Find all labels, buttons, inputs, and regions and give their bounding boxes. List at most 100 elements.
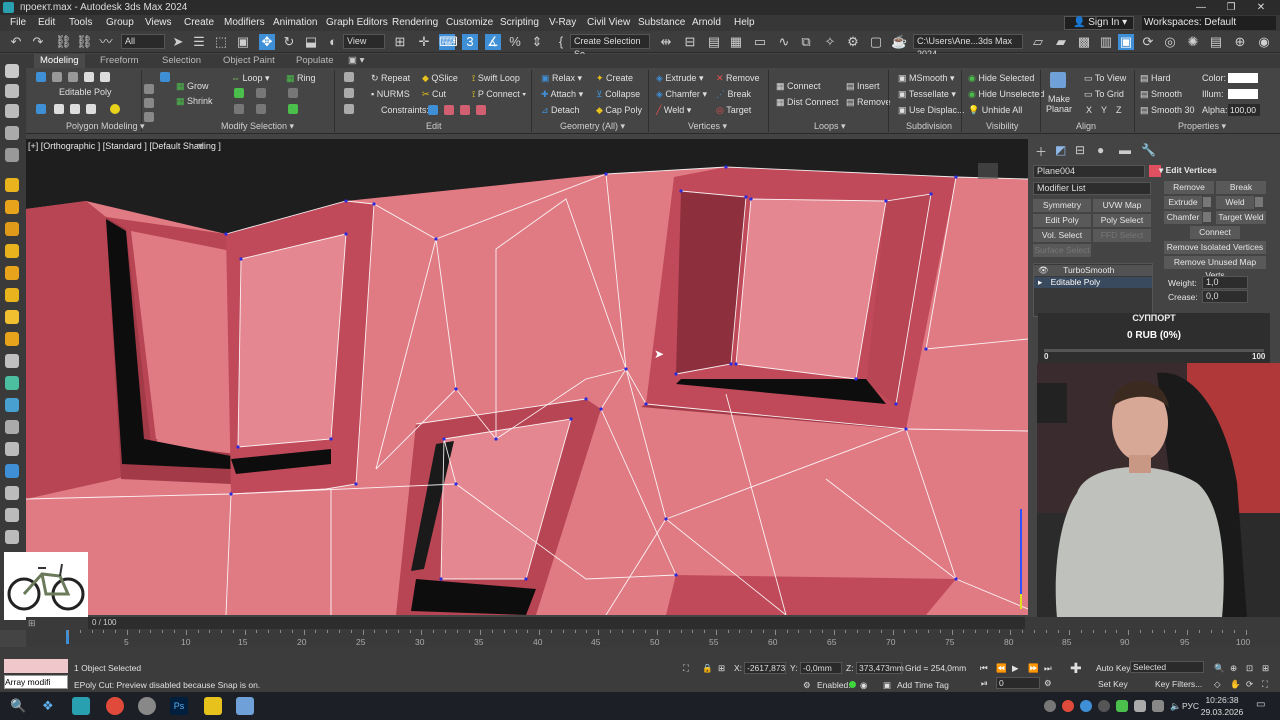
ev-chamfer-settings-icon[interactable] [1203, 212, 1211, 222]
render-icon[interactable]: ☕ [891, 34, 907, 50]
group-loops[interactable]: Loops ▾ [814, 120, 846, 133]
make-planar-button[interactable]: Make Planar [1044, 94, 1074, 114]
maxscript-listener[interactable]: Array modifi [4, 675, 68, 689]
link-icon[interactable]: ⛓ [55, 34, 72, 50]
sphere-icon[interactable] [5, 222, 19, 236]
proxy-icon[interactable] [5, 398, 19, 412]
menu-civil-view[interactable]: Civil View [587, 15, 630, 31]
align-icon[interactable]: ⊟ [682, 34, 698, 50]
expand-icon[interactable]: ▸ [1038, 277, 1045, 287]
mod-sel2-icon[interactable] [144, 98, 154, 108]
remove-unused-button[interactable]: Remove Unused Map Verts [1164, 256, 1266, 280]
goto-start-icon[interactable]: ⏮ [980, 662, 988, 674]
z-coord-field[interactable]: 373,473mm [856, 662, 904, 674]
sun-icon[interactable] [5, 200, 19, 214]
tray-obs-icon[interactable] [1098, 700, 1110, 712]
collapse-button[interactable]: ⊻ Collapse [596, 88, 640, 100]
chrome-taskbar-icon[interactable] [106, 697, 124, 715]
mesh-light-icon[interactable] [5, 332, 19, 346]
menu-views[interactable]: Views [145, 15, 172, 31]
select-by-name-icon[interactable]: ☰ [191, 34, 207, 50]
ribbon-toggle-icon[interactable]: ▭ [752, 34, 768, 50]
menu-tools[interactable]: Tools [69, 15, 92, 31]
element-mode-icon[interactable] [100, 72, 110, 82]
tray-icon[interactable] [1044, 700, 1056, 712]
smooth30-button[interactable]: ▤ Smooth 30 [1140, 104, 1195, 116]
loop-shift-icon[interactable] [256, 104, 266, 114]
tessellate-button[interactable]: ▣ Tessellate ▾ [898, 88, 956, 100]
to-grid-button[interactable]: ▭ To Grid [1084, 88, 1124, 100]
attach-button[interactable]: ✚ Attach ▾ [541, 88, 583, 100]
reference-coord-dropdown[interactable]: View [343, 34, 385, 49]
notifications-icon[interactable]: ▭ [1256, 699, 1265, 710]
clipper-icon[interactable] [5, 464, 19, 478]
align-y-button[interactable]: Y [1101, 104, 1107, 116]
hierarchy-tab-icon[interactable]: ⊟ [1075, 143, 1085, 157]
swift-loop-button[interactable]: ⟟ Swift Loop [472, 72, 520, 84]
ribbon-options-icon[interactable]: ▣ ▾ [348, 54, 364, 68]
shrink-button[interactable]: ▦ Shrink [176, 95, 213, 107]
spinner-snap-icon[interactable]: ⇕ [529, 34, 545, 50]
align-z-button[interactable]: Z [1116, 104, 1122, 116]
dist-connect-button[interactable]: ▦ Dist Connect [776, 96, 839, 108]
unlink-icon[interactable]: ⛓ [76, 34, 93, 50]
tray-game-icon[interactable] [1116, 700, 1128, 712]
curve-editor-icon[interactable]: ∿ [776, 34, 792, 50]
explorer-taskbar-icon[interactable] [204, 697, 222, 715]
plane-icon[interactable] [5, 420, 19, 434]
insert-button[interactable]: ▤ Insert [846, 80, 880, 92]
select-object-icon[interactable]: ➤ [170, 34, 186, 50]
obs-taskbar-icon[interactable] [138, 697, 156, 715]
toolbar-toggle-icon[interactable]: ▣ [1118, 34, 1134, 50]
group-polygon-modeling[interactable]: Polygon Modeling ▾ [66, 120, 145, 133]
menu-file[interactable]: File [10, 15, 26, 31]
tab-selection[interactable]: Selection [162, 54, 201, 68]
percent-snap-icon[interactable]: % [507, 34, 523, 50]
fov-icon[interactable]: ◇ [1214, 678, 1221, 690]
material-editor-icon[interactable]: ✧ [822, 34, 838, 50]
language-indicator[interactable]: РУС [1182, 701, 1199, 711]
layer-explorer-icon[interactable]: ▦ [728, 34, 744, 50]
by-vertex-icon[interactable] [160, 72, 170, 82]
lamp-icon[interactable] [5, 266, 19, 280]
ring-button[interactable]: ▦ Ring [286, 72, 316, 84]
constraint-face-icon[interactable] [460, 105, 470, 115]
menu-modifiers[interactable]: Modifiers [224, 15, 265, 31]
motion-icon[interactable] [5, 126, 19, 140]
star-icon[interactable] [5, 310, 19, 324]
network-icon[interactable] [1152, 700, 1164, 712]
ev-break-button[interactable]: Break [1216, 181, 1266, 194]
selection-filter-dropdown[interactable]: All [121, 34, 165, 49]
nurms-button[interactable]: ▪ NURMS [371, 88, 410, 100]
minimize-button[interactable]: — [1186, 0, 1216, 15]
isolate-icon[interactable]: ⛶ [683, 662, 689, 674]
prev-frame-icon[interactable]: ⏪ [996, 662, 1007, 674]
hand-icon[interactable] [5, 442, 19, 456]
poly-select-button[interactable]: Poly Select [1093, 214, 1151, 227]
illum-swatch[interactable] [1228, 89, 1258, 99]
menu-substance[interactable]: Substance [638, 15, 685, 31]
key-mode-dropdown[interactable]: Selected [1130, 661, 1204, 673]
maximize-button[interactable]: ❐ [1216, 0, 1246, 15]
current-frame-field[interactable]: 0 [996, 677, 1040, 689]
collapse-stack-icon[interactable] [70, 104, 80, 114]
sync-icon[interactable]: ⟳ [1140, 34, 1156, 50]
object-name-field[interactable]: Plane004 [1033, 165, 1145, 178]
group-vertices[interactable]: Vertices ▾ [688, 120, 727, 133]
p-connect-button[interactable]: ⟟ P Connect ▾ [472, 88, 526, 100]
toggle-endresult-icon[interactable] [86, 104, 96, 114]
group-modify-selection[interactable]: Modify Selection ▾ [221, 120, 294, 133]
border-mode-icon[interactable] [68, 72, 78, 82]
pivot-icon[interactable]: ⊞ [392, 34, 408, 50]
time-config-icon[interactable]: ⚙ [1044, 677, 1052, 689]
time-tag-toggle-icon[interactable]: ◉ [860, 679, 867, 691]
remove-loop-button[interactable]: ▤ Remove [846, 96, 891, 108]
mod-sel3-icon[interactable] [144, 112, 154, 122]
speaker-icon[interactable]: 🔈 [1170, 701, 1181, 712]
pan-icon[interactable]: ✋ [1230, 678, 1241, 690]
tray-usb-icon[interactable] [1134, 700, 1146, 712]
weld-button[interactable]: ╱ Weld ▾ [656, 104, 691, 116]
next-frame-icon[interactable]: ⏩ [1028, 662, 1039, 674]
unhide-all-button[interactable]: 💡 Unhide All [968, 104, 1022, 116]
dome-icon[interactable] [5, 244, 19, 258]
